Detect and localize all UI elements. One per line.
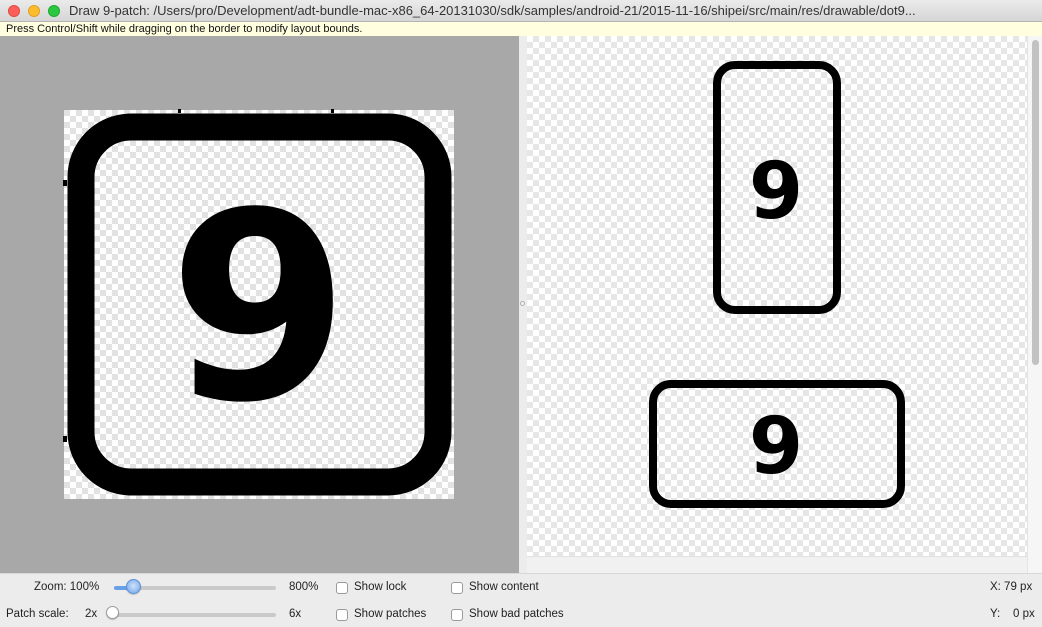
window-title: Draw 9-patch: /Users/pro/Development/adt… [69,3,916,18]
patch-scale-min-label: 2x [85,608,98,620]
controls-bar: Zoom: 100% 800% Patch scale: 2x 6x Show … [0,573,1042,627]
zoom-max-label: 800% [289,581,319,593]
show-bad-patches-checkbox[interactable] [451,609,463,621]
stretch-preview: 9 9 [649,61,905,508]
show-content-label[interactable]: Show content [469,581,539,593]
divider-handle-icon[interactable] [520,301,525,306]
patch-image-glyph: 9 [169,158,350,460]
patch-marker-top-right [331,109,334,113]
patch-scale-slider-knob[interactable] [106,606,119,619]
zoom-label: Zoom: 100% [34,581,100,593]
show-content-checkbox[interactable] [451,582,463,594]
show-bad-patches-label[interactable]: Show bad patches [469,608,564,620]
zoom-slider-knob[interactable] [125,579,141,594]
patch-marker-top-left [178,109,181,113]
preview-vertical-scroll-thumb[interactable] [1032,40,1039,365]
patch-scale-max-label: 6x [289,608,302,620]
patch-scale-slider[interactable] [108,613,276,617]
minimize-window-icon[interactable] [28,5,40,17]
patch-scale-label: Patch scale: [6,608,69,620]
stretch-preview-panel: 9 9 [527,36,1027,556]
preview-horizontal-scrollbar[interactable] [527,556,1027,573]
maximize-window-icon[interactable] [48,5,60,17]
patch-editor-canvas[interactable]: 9 [0,36,519,573]
y-coordinate-readout: Y: 0 px [990,608,1035,620]
show-lock-label[interactable]: Show lock [354,581,406,593]
patch-image-editor[interactable]: 9 [0,36,519,573]
show-patches-checkbox[interactable] [336,609,348,621]
horizontal-preview-glyph: 9 [749,402,803,492]
vertical-preview-glyph: 9 [749,147,803,237]
show-patches-label[interactable]: Show patches [354,608,426,620]
hint-bar: Press Control/Shift while dragging on th… [0,22,1042,36]
show-lock-checkbox[interactable] [336,582,348,594]
x-coordinate-readout: X: 79 px [990,581,1033,593]
patch-marker-left-top [63,180,67,186]
close-window-icon[interactable] [8,5,20,17]
window-titlebar: Draw 9-patch: /Users/pro/Development/adt… [0,0,1042,22]
patch-marker-left-bottom [63,436,67,442]
